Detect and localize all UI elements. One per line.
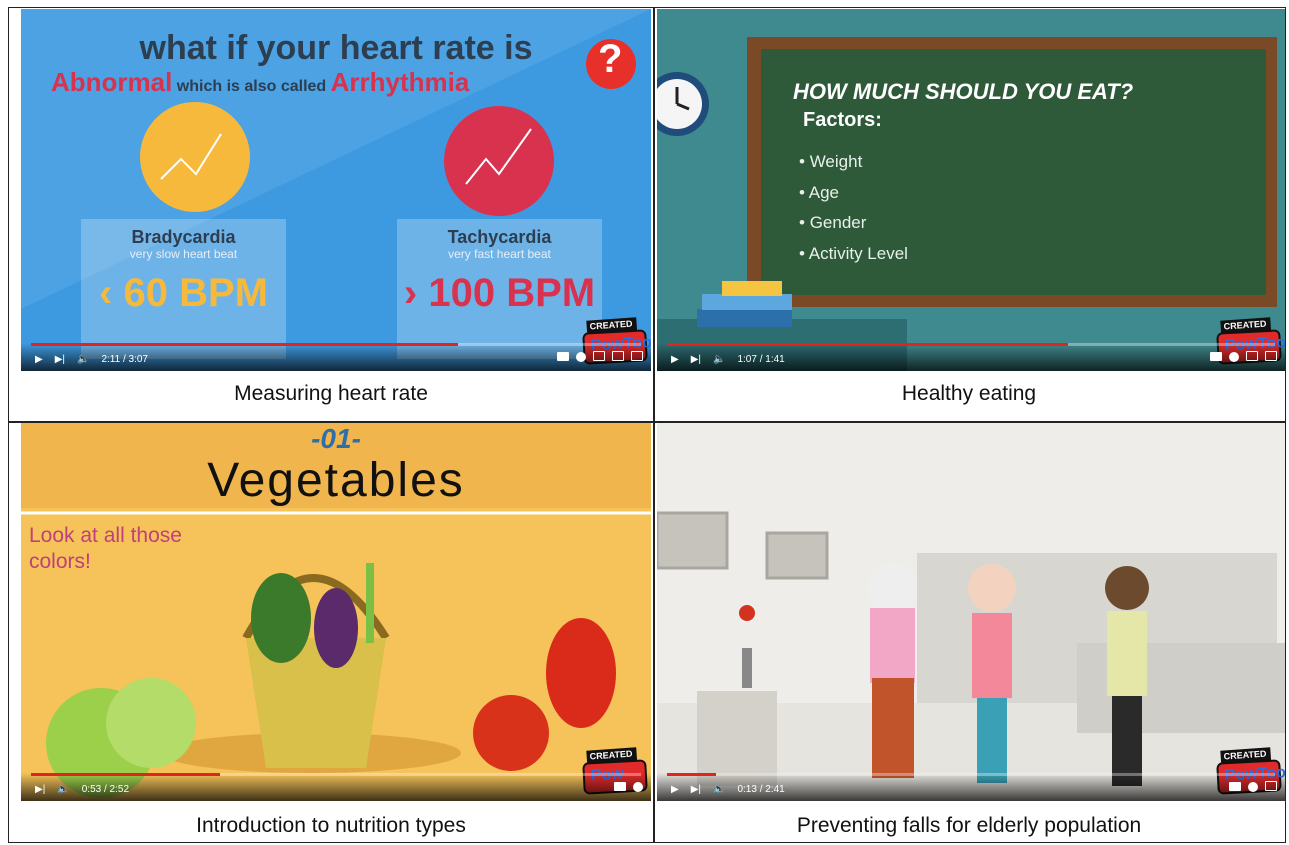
tachycardia-value: › 100 BPM	[403, 271, 596, 315]
controls-left: ▶ ▶| 🔈 0:13 / 2:41	[671, 782, 785, 796]
controls-left: ▶ ▶| 🔈 2:11 / 3:07	[35, 352, 148, 366]
theater-icon[interactable]	[1265, 351, 1277, 361]
bradycardia-value: ‹ 60 BPM	[99, 271, 268, 315]
progress-bar[interactable]	[31, 343, 641, 346]
abnormal-label: Abnormal	[51, 67, 173, 97]
list-item: • Gender	[799, 213, 867, 232]
video-player-controls: ▶| 🔈 0:53 / 2:52	[21, 773, 651, 801]
progress-fill	[31, 343, 458, 346]
factor-gender: Gender	[809, 213, 867, 232]
board-subtitle: Factors:	[803, 109, 882, 131]
play-icon[interactable]: ▶	[35, 354, 43, 365]
list-item: • Age	[799, 182, 839, 202]
play-icon[interactable]: ▶	[671, 354, 679, 365]
settings-icon[interactable]	[576, 352, 586, 362]
controls-right	[614, 781, 643, 792]
caption-nutrition-types: Introduction to nutrition types	[196, 814, 466, 837]
factor-age: Age	[808, 182, 839, 202]
next-icon[interactable]: ▶|	[691, 354, 701, 365]
next-icon[interactable]: ▶|	[691, 784, 701, 795]
which-also-called-label: which is also called	[176, 78, 327, 95]
volume-icon[interactable]: 🔈	[77, 354, 89, 365]
captions-icon[interactable]	[1210, 352, 1222, 361]
chalkboard-illustration	[657, 37, 1277, 371]
next-icon[interactable]: ▶|	[55, 354, 65, 365]
settings-icon[interactable]	[633, 782, 643, 792]
captions-icon[interactable]	[614, 782, 626, 791]
progress-fill	[667, 773, 716, 776]
controls-left: ▶ ▶| 🔈 1:07 / 1:41	[671, 352, 785, 366]
volume-icon[interactable]: 🔈	[713, 784, 725, 795]
table-divider-vertical	[653, 8, 655, 842]
miniplayer-icon[interactable]	[1246, 351, 1258, 361]
next-icon[interactable]: ▶|	[35, 784, 45, 795]
factor-activity: Activity Level	[808, 243, 908, 263]
time-display: 0:13 / 2:41	[737, 783, 785, 795]
question-mark-icon: ?	[598, 37, 623, 81]
video-nutrition-types[interactable]: -01- Vegetables Look at all those colors…	[21, 423, 651, 801]
bradycardia-label: Bradycardia	[131, 227, 236, 247]
progress-fill	[667, 343, 1069, 346]
controls-right	[557, 351, 643, 362]
miniplayer-icon[interactable]	[593, 351, 605, 361]
caption-healthy-eating: Healthy eating	[901, 382, 1037, 405]
bradycardia-desc: very slow heart beat	[129, 247, 238, 261]
list-item: • Activity Level	[799, 243, 908, 263]
section-number: -01-	[311, 423, 361, 454]
factor-list: • Weight • Age • Gender • Activity Level	[799, 147, 908, 269]
captions-icon[interactable]	[1229, 782, 1241, 791]
time-display: 2:11 / 3:07	[101, 353, 148, 365]
time-display: 1:07 / 1:41	[737, 353, 785, 365]
captions-icon[interactable]	[557, 352, 569, 361]
video-preventing-falls[interactable]: CREATED USING PowToon ▶ ▶| 🔈 0:13 / 2:41	[657, 423, 1285, 801]
video-player-controls: ▶ ▶| 🔈 1:07 / 1:41	[657, 343, 1285, 371]
section-heading: Vegetables	[207, 454, 465, 507]
progress-bar[interactable]	[667, 343, 1275, 346]
volume-icon[interactable]: 🔈	[713, 354, 725, 365]
tachycardia-label: Tachycardia	[447, 227, 552, 247]
video-healthy-eating[interactable]: HOW MUCH SHOULD YOU EAT? Factors: • Weig…	[657, 9, 1285, 371]
settings-icon[interactable]	[1229, 352, 1239, 362]
settings-icon[interactable]	[1248, 782, 1258, 792]
progress-bar[interactable]	[667, 773, 1275, 776]
caption-preventing-falls: Preventing falls for elderly population	[796, 814, 1142, 837]
arrhythmia-label: Arrhythmia	[330, 67, 470, 97]
board-title: HOW MUCH SHOULD YOU EAT?	[793, 79, 1134, 104]
volume-icon[interactable]: 🔈	[57, 784, 69, 795]
list-item: • Weight	[799, 152, 863, 171]
play-icon[interactable]: ▶	[671, 784, 679, 795]
theater-icon[interactable]	[612, 351, 624, 361]
controls-right	[1229, 781, 1277, 792]
caption-heart-rate: Measuring heart rate	[234, 382, 428, 405]
video-player-controls: ▶ ▶| 🔈 2:11 / 3:07	[21, 343, 651, 371]
factor-weight: Weight	[809, 152, 863, 171]
controls-right	[1210, 351, 1277, 362]
progress-bar[interactable]	[31, 773, 641, 776]
time-display: 0:53 / 2:52	[81, 783, 130, 795]
fullscreen-icon[interactable]	[631, 351, 643, 361]
room-illustration	[657, 511, 1285, 801]
video-player-controls: ▶ ▶| 🔈 0:13 / 2:41	[657, 773, 1285, 801]
controls-left: ▶| 🔈 0:53 / 2:52	[35, 782, 129, 796]
tachycardia-desc: very fast heart beat	[448, 247, 551, 261]
video-grid-table: what if your heart rate is Abnormal whic…	[8, 7, 1286, 843]
progress-fill	[31, 773, 221, 776]
heart-rate-subtitle: Abnormal which is also called Arrhythmia	[51, 67, 469, 98]
side-note: Look at all those colors!	[29, 524, 182, 573]
heart-rate-title: what if your heart rate is	[139, 29, 533, 67]
miniplayer-icon[interactable]	[1265, 781, 1277, 791]
video-heart-rate[interactable]: what if your heart rate is Abnormal whic…	[21, 9, 651, 371]
